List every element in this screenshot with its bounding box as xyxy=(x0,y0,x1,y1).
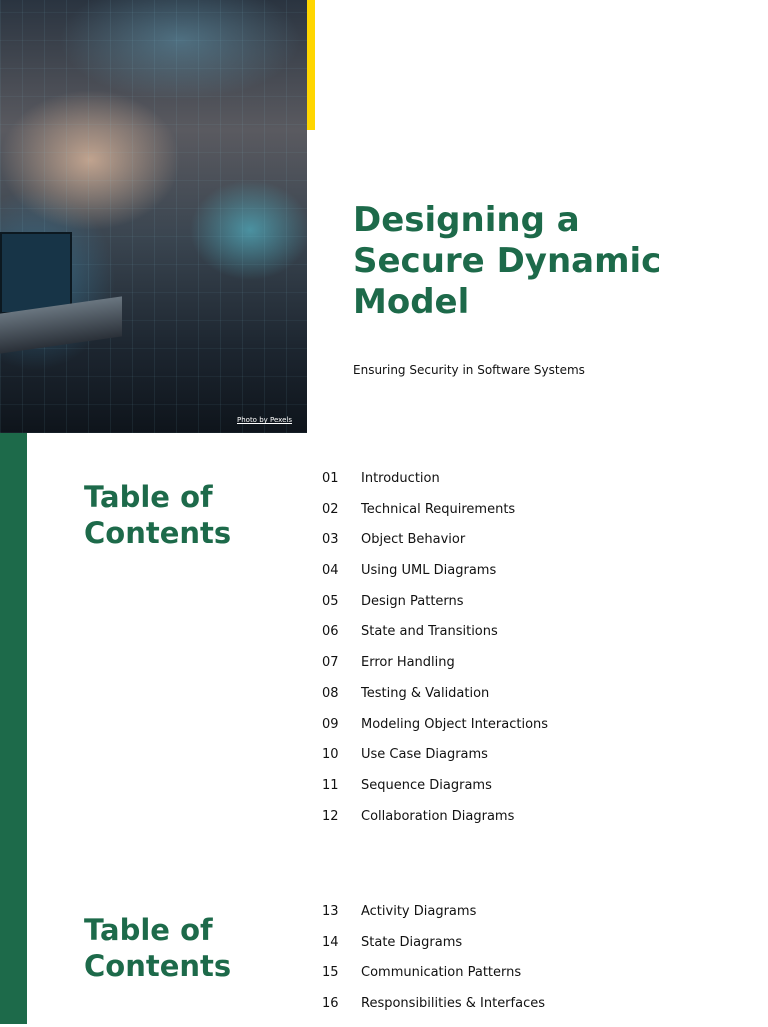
photo-credit-link[interactable]: Photo by Pexels xyxy=(237,416,292,424)
toc-item-label: Collaboration Diagrams xyxy=(361,808,515,824)
toc-item[interactable]: 03 Object Behavior xyxy=(322,532,548,563)
toc-item-number: 01 xyxy=(322,471,339,486)
toc-item[interactable]: 13 Activity Diagrams xyxy=(322,904,545,935)
toc-item-number: 02 xyxy=(322,501,339,517)
toc-item[interactable]: 16 Responsibilities & Interfaces xyxy=(322,996,545,1027)
toc-item-label: Testing & Validation xyxy=(361,685,490,701)
toc-item[interactable]: 09 Modeling Object Interactions xyxy=(322,717,548,748)
toc-item-label: Using UML Diagrams xyxy=(361,563,497,579)
toc-item[interactable]: 10 Use Case Diagrams xyxy=(322,747,548,778)
toc-item-number: 11 xyxy=(322,777,339,793)
page-title: Designing a Secure Dynamic Model xyxy=(353,200,662,322)
toc-item[interactable]: 07 Error Handling xyxy=(322,655,548,686)
toc-item-label: Modeling Object Interactions xyxy=(361,716,549,732)
toc-item[interactable]: 02 Technical Requirements xyxy=(322,502,548,533)
toc-item-number: 03 xyxy=(322,532,339,548)
toc-item-label: Communication Patterns xyxy=(361,965,522,981)
toc-item-number: 04 xyxy=(322,563,339,579)
toc-item[interactable]: 04 Using UML Diagrams xyxy=(322,563,548,594)
toc-item-number: 14 xyxy=(322,934,339,950)
toc-item-label: Sequence Diagrams xyxy=(361,777,492,793)
toc-item-label: Introduction xyxy=(361,471,440,486)
toc-item-number: 12 xyxy=(322,808,339,824)
toc-item[interactable]: 01 Introduction xyxy=(322,471,548,502)
toc-item[interactable]: 08 Testing & Validation xyxy=(322,686,548,717)
toc-item-label: Activity Diagrams xyxy=(361,904,477,919)
toc-item-label: Use Case Diagrams xyxy=(361,747,488,763)
toc-item-number: 07 xyxy=(322,655,339,671)
toc-item-number: 15 xyxy=(322,965,339,981)
toc-item-number: 10 xyxy=(322,747,339,763)
toc-item-number: 06 xyxy=(322,624,339,640)
toc-item-label: Responsibilities & Interfaces xyxy=(361,996,545,1012)
toc-item[interactable]: 12 Collaboration Diagrams xyxy=(322,809,548,840)
toc-list: 01 Introduction 02 Technical Requirements 03… xyxy=(322,471,548,839)
toc-item-number: 05 xyxy=(322,593,339,609)
toc-item-label: State and Transitions xyxy=(361,624,498,640)
toc-item[interactable]: 11 Sequence Diagrams xyxy=(322,778,548,809)
toc-item-label: Technical Requirements xyxy=(361,501,516,517)
toc-item-number: 16 xyxy=(322,996,339,1012)
toc-item-number: 09 xyxy=(322,716,339,732)
toc-item-label: State Diagrams xyxy=(361,934,463,950)
toc-item-label: Design Patterns xyxy=(361,593,464,609)
toc-heading: Table of Contents xyxy=(84,913,232,983)
hero-grid-decoration xyxy=(0,0,307,433)
hero-image: Photo by Pexels xyxy=(0,0,307,433)
toc-item-number: 08 xyxy=(322,685,339,701)
toc-item-label: Error Handling xyxy=(361,655,455,671)
toc-item-number: 13 xyxy=(322,904,339,919)
toc-item[interactable]: 05 Design Patterns xyxy=(322,594,548,625)
toc-item[interactable]: 14 State Diagrams xyxy=(322,935,545,966)
toc-heading: Table of Contents xyxy=(84,480,232,550)
accent-bar xyxy=(307,0,315,130)
monitor-graphic xyxy=(0,232,72,314)
page-subtitle: Ensuring Security in Software Systems xyxy=(353,363,585,377)
toc-item-label: Object Behavior xyxy=(361,532,466,548)
toc-list: 13 Activity Diagrams 14 State Diagrams 15 Com… xyxy=(322,904,545,1027)
sidebar-accent xyxy=(0,433,27,1024)
toc-item[interactable]: 06 State and Transitions xyxy=(322,624,548,655)
toc-item[interactable]: 15 Communication Patterns xyxy=(322,965,545,996)
